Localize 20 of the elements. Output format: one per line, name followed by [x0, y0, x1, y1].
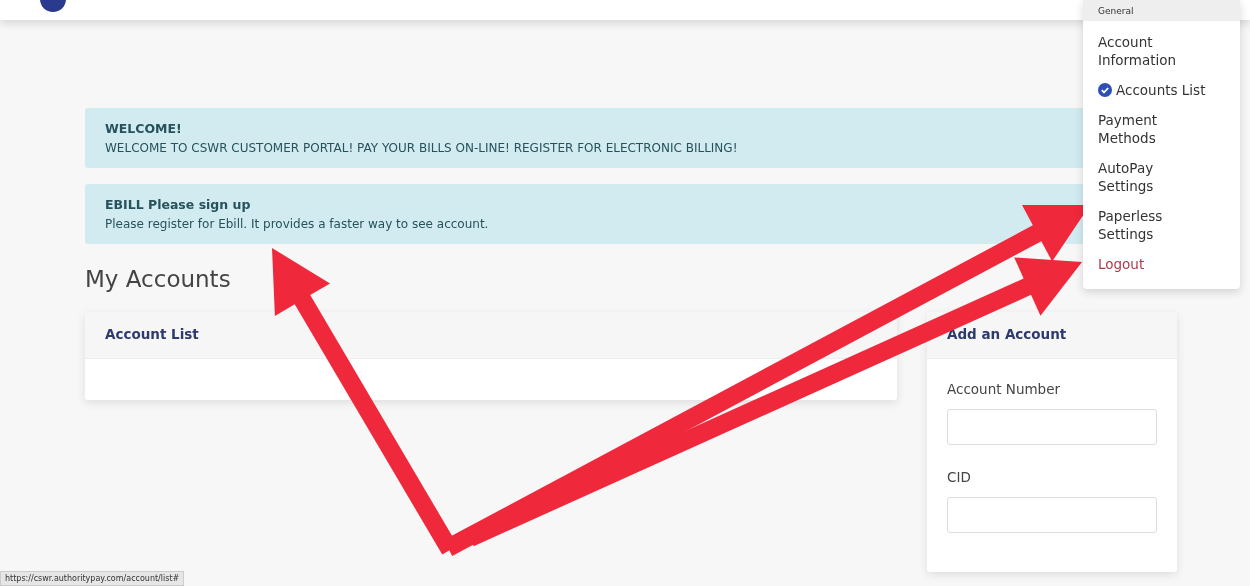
card-title: Add an Account — [927, 312, 1177, 359]
alert-text: WELCOME TO CSWR CUSTOMER PORTAL! PAY YOUR BILLS ON-LINE! REGISTER FOR ELECTRONIC BILLING! — [105, 141, 738, 155]
field-label: CID — [947, 469, 972, 485]
menu-item[interactable]: Paperless Settings — [1083, 201, 1240, 249]
page-heading: My Accounts — [85, 266, 232, 292]
card-title: Account List — [85, 312, 897, 359]
input-field[interactable] — [947, 497, 1157, 533]
input-field[interactable] — [947, 409, 1157, 445]
menu-item[interactable]: Logout — [1083, 249, 1240, 279]
menu-item[interactable]: Accounts List — [1083, 75, 1240, 105]
menu-item[interactable]: Account Information — [1083, 27, 1240, 75]
status-url: https://cswr.authoritypay.com/account/list# — [0, 571, 185, 586]
alert-title: WELCOME! — [105, 121, 182, 136]
menu-section-title: General — [1083, 0, 1240, 21]
menu-item[interactable]: AutoPay Settings — [1083, 153, 1240, 201]
field-label: Account Number — [947, 381, 1062, 397]
alert-title: EBILL Please sign up — [105, 197, 251, 212]
alert-text: Please register for Ebill. It provides a faster way to see account. — [105, 217, 489, 231]
menu-item[interactable]: Payment Methods — [1083, 105, 1240, 153]
check-icon — [1098, 83, 1112, 97]
